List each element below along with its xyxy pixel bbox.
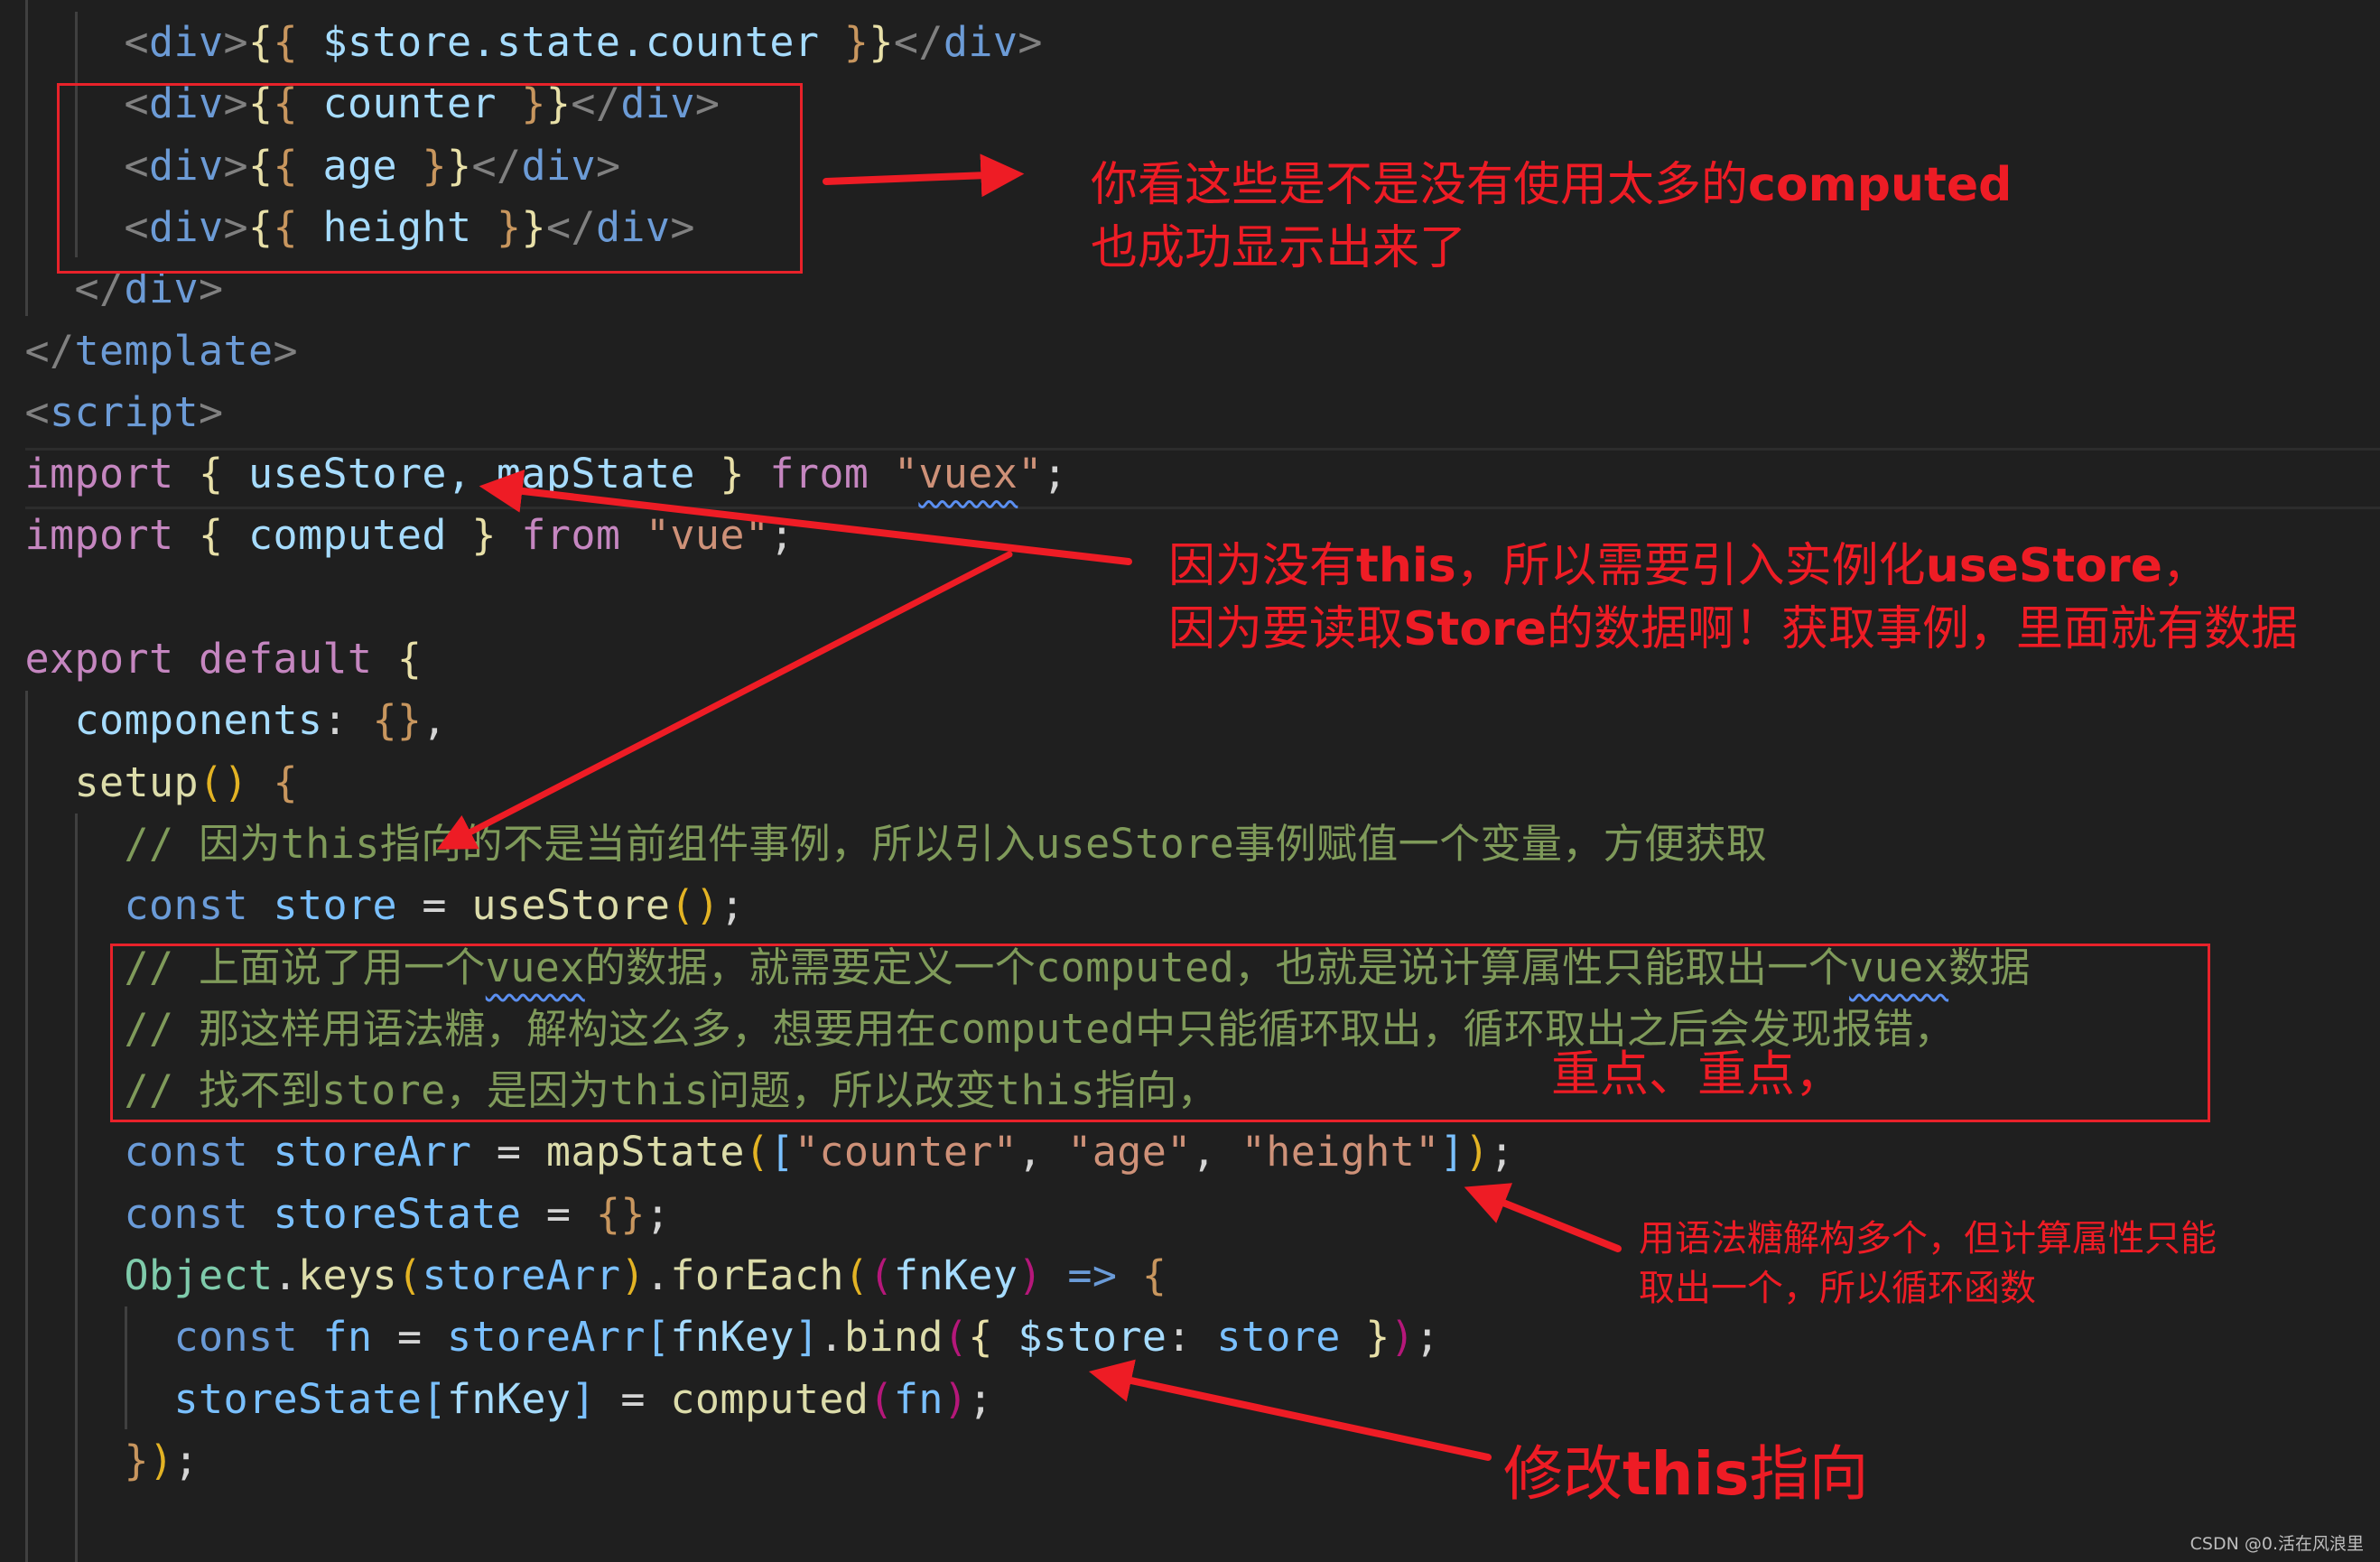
note-text: 取出一个，所以循环函数 <box>1639 1268 2036 1309</box>
note-text: 也成功显示出来了 <box>1091 221 1467 275</box>
annotation-loop-note: 用语法糖解构多个，但计算属性只能 取出一个，所以循环函数 <box>1639 1214 2217 1314</box>
note-keyword: Store <box>1403 602 1547 656</box>
note-text: 指向 <box>1749 1439 1869 1509</box>
note-text: 的数据啊！获取事例，里面就有数据 <box>1546 602 2298 656</box>
annotation-computed-note: 你看这些是不是没有使用太多的computed 也成功显示出来了 <box>1091 153 2012 280</box>
arrow-to-bind <box>1088 1359 1492 1461</box>
annotation-key-point: 重点、重点， <box>1551 1046 1844 1102</box>
note-text: 因为要读取 <box>1168 602 1404 656</box>
watermark: CSDN @0.活在风浪里 <box>2189 1534 2364 1554</box>
note-text: ，所以需要引入实例化 <box>1455 539 1926 593</box>
note-text: 修改 <box>1503 1439 1622 1509</box>
note-text: 用语法糖解构多个，但计算属性只能 <box>1639 1218 2217 1260</box>
note-keyword: computed <box>1748 158 2013 212</box>
arrow-to-usestore-import <box>479 470 1132 565</box>
arrow-to-mapstate <box>1464 1183 1622 1252</box>
note-keyword: useStore <box>1925 539 2162 593</box>
note-text: 你看这些是不是没有使用太多的 <box>1091 158 1749 212</box>
annotation-this-note: 修改this指向 <box>1503 1438 1868 1511</box>
note-keyword: this <box>1356 539 1456 593</box>
arrow-to-note1 <box>823 153 1025 198</box>
note-text: 因为没有 <box>1168 539 1357 593</box>
note-keyword: this <box>1622 1439 1750 1509</box>
note-text: ， <box>2162 539 2209 593</box>
annotation-usestore-note: 因为没有this，所以需要引入实例化useStore， 因为要读取Store的数… <box>1168 535 2298 661</box>
arrow-to-const-store <box>436 551 1013 850</box>
